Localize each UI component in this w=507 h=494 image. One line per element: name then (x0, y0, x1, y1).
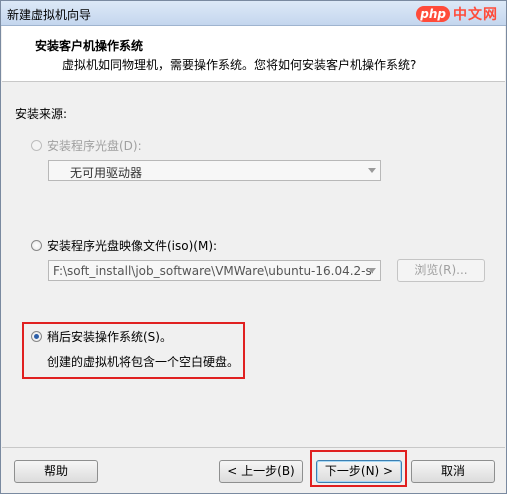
footer-divider (2, 447, 505, 448)
watermark-text: 中文网 (453, 7, 498, 23)
title-bar[interactable]: 新建虚拟机向导 php 中文网 (1, 1, 506, 26)
cancel-button[interactable]: 取消 (411, 460, 495, 483)
next-button[interactable]: 下一步(N) > (316, 460, 402, 483)
disc-drive-value: 无可用驱动器 (70, 166, 143, 180)
iso-path-value: F:\soft_install\job_software\VMWare\ubun… (53, 264, 373, 278)
help-button[interactable]: 帮助 (14, 460, 98, 483)
wizard-window: 新建虚拟机向导 php 中文网 安装客户机操作系统 虚拟机如同物理机，需要操作系… (0, 0, 507, 494)
iso-radio[interactable] (31, 240, 42, 251)
disc-option-label: 安装程序光盘(D): (47, 139, 142, 153)
iso-option-label: 安装程序光盘映像文件(iso)(M): (47, 239, 218, 253)
chevron-down-icon (368, 168, 376, 173)
later-option-label: 稍后安装操作系统(S)。 (47, 330, 172, 344)
install-source-label: 安装来源: (15, 107, 68, 121)
later-option-description: 创建的虚拟机将包含一个空白硬盘。 (47, 355, 240, 369)
iso-option[interactable]: 安装程序光盘映像文件(iso)(M): (31, 237, 217, 254)
later-radio[interactable] (31, 331, 42, 342)
window-title: 新建虚拟机向导 (7, 8, 92, 22)
watermark-badge: php (416, 6, 450, 22)
disc-drive-select[interactable]: 无可用驱动器 (48, 160, 381, 181)
page-subtitle: 虚拟机如同物理机，需要操作系统。您将如何安装客户机操作系统? (62, 58, 417, 72)
back-button[interactable]: < 上一步(B) (219, 460, 303, 483)
browse-button[interactable]: 浏览(R)... (397, 259, 485, 282)
iso-path-combo[interactable]: F:\soft_install\job_software\VMWare\ubun… (48, 260, 381, 281)
page-title: 安装客户机操作系统 (35, 39, 144, 53)
php-cn-watermark: php 中文网 (416, 4, 498, 24)
disc-radio[interactable] (31, 140, 42, 151)
later-option[interactable]: 稍后安装操作系统(S)。 (31, 328, 172, 345)
chevron-down-icon (368, 268, 376, 273)
disc-option[interactable]: 安装程序光盘(D): (31, 137, 142, 154)
wizard-header: 安装客户机操作系统 虚拟机如同物理机，需要操作系统。您将如何安装客户机操作系统? (2, 26, 505, 82)
